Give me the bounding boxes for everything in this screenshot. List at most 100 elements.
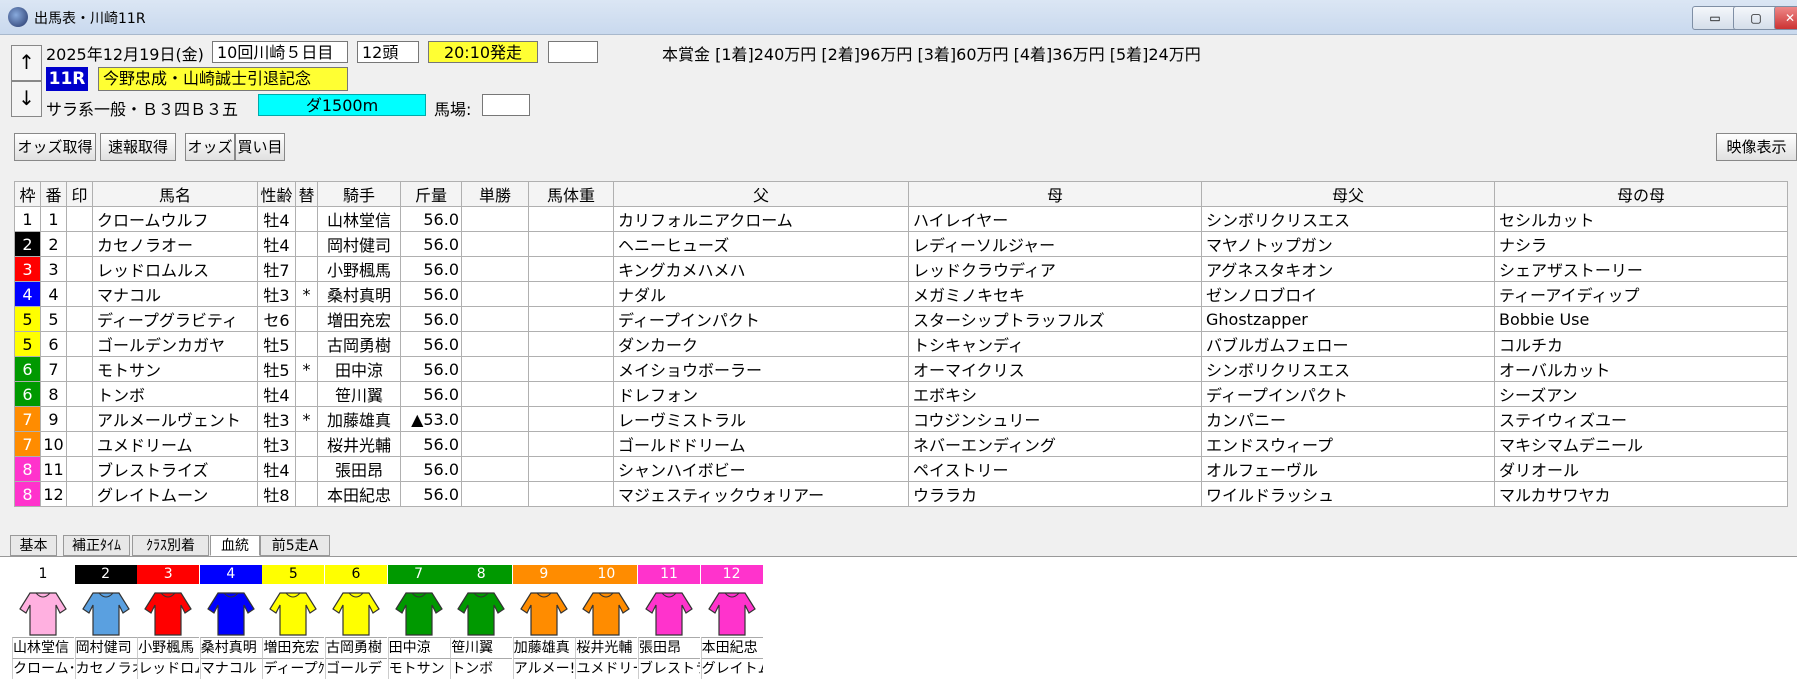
ggdam-cell: マキシマムデニール [1494, 431, 1788, 457]
table-row[interactable]: 8 11 ブレストライズ 牡4 張田昂 56.0 シャンハイボビー ペイストリー オルフェーヴル… [14, 456, 1788, 482]
tab-basic[interactable]: 基本 [10, 535, 57, 556]
silk-number: 3 [137, 565, 200, 584]
entries-table: 枠番印馬名 性齢替騎手 斤量 単勝 馬体重父母母父 母の母 1 1 クロームウルフ 牡4 山林堂信… [14, 181, 1788, 507]
tab-last5[interactable]: 前5走A [260, 535, 330, 556]
baba-field[interactable] [482, 94, 530, 116]
sexage-header[interactable]: 性齢 [257, 181, 296, 207]
kae-header[interactable]: 替 [295, 181, 318, 207]
jockey-silk-icon [12, 584, 74, 637]
tab-adjusted-time[interactable]: 補正ﾀｲﾑ [63, 535, 130, 556]
tab-bloodline[interactable]: 血統 [210, 535, 260, 556]
minimize-button[interactable]: ▭ [1692, 6, 1738, 30]
tab-class-results[interactable]: ｸﾗｽ別着 [132, 535, 209, 556]
table-row[interactable]: 3 3 レッドロムルス 牡7 小野楓馬 56.0 キングカメハメハ レッドクラウディア アグネス… [14, 256, 1788, 282]
table-row[interactable]: 6 7 モトサン 牡5 * 田中涼 56.0 メイショウボーラー オーマイクリス シンボリクリスエ… [14, 356, 1788, 382]
tan-header[interactable]: 単勝 [461, 181, 529, 207]
silk-card[interactable]: 7 田中涼 モトサン [387, 565, 450, 679]
table-row[interactable]: 5 5 ディープグラビティ セ6 増田充宏 56.0 ディープインパクト スターシップトラッフ… [14, 306, 1788, 332]
silk-card[interactable]: 9 加藤雄真 アルメー! [512, 565, 575, 679]
dam-header[interactable]: 母 [908, 181, 1202, 207]
table-row[interactable]: 8 12 グレイトムーン 牡8 本田紀忠 56.0 マジェスティックウォリアー ウララカ ワイル… [14, 481, 1788, 507]
table-row[interactable]: 6 8 トンボ 牡4 笹川翼 56.0 ドレフォン エボキシ ディープインパクト シーズアン [14, 381, 1788, 407]
silk-card[interactable]: 3 小野楓馬レッドロム [137, 565, 200, 679]
dam-cell: レディーソルジャー [908, 231, 1202, 257]
jockey-silk-icon [137, 584, 199, 637]
bms-header[interactable]: 母父 [1201, 181, 1495, 207]
jockey-silk-icon [75, 584, 137, 637]
silk-card[interactable]: 1 山林堂信 クローム･ [12, 565, 74, 679]
blank-field[interactable] [548, 41, 598, 63]
ggdam-cell: シーズアン [1494, 381, 1788, 407]
name-header[interactable]: 馬名 [92, 181, 258, 207]
waku-cell: 5 [14, 306, 41, 332]
dam-cell: トシキャンディ [908, 331, 1202, 357]
waku-cell: 2 [14, 231, 41, 257]
silk-card[interactable]: 8 笹川翼 トンボ [450, 565, 513, 679]
table-row[interactable]: 2 2 カセノラオー 牡4 岡村健司 56.0 ヘニーヒューズ レディーソルジャー マヤノトップ… [14, 231, 1788, 257]
sexage-cell: 牡5 [257, 331, 296, 357]
mark-cell [66, 306, 93, 332]
window-title: 出馬表・川崎11R [34, 11, 146, 27]
bms-cell: シンボリクリスエス [1201, 356, 1495, 382]
meeting-field[interactable]: 10回川崎５日目 [212, 41, 348, 63]
silk-card[interactable]: 10 桜井光輔ユメドリー [575, 565, 638, 679]
maximize-button[interactable]: ▢ [1733, 6, 1779, 30]
dam-cell: ウララカ [908, 481, 1202, 507]
tan-cell [461, 456, 529, 482]
weight-cell [528, 256, 614, 282]
dam-cell: メガミノキセキ [908, 281, 1202, 307]
ban-header[interactable]: 番 [40, 181, 67, 207]
kaime-button[interactable]: 買い目 [235, 133, 285, 161]
silk-jockey-name: 桑村真明 [199, 637, 262, 658]
ggdam-cell: Bobbie Use [1494, 306, 1788, 332]
table-row[interactable]: 5 6 ゴールデンカガヤ 牡5 古岡勇樹 56.0 ダンカーク トシキャンディ バブルガムフェロ… [14, 331, 1788, 357]
waku-header[interactable]: 枠 [14, 181, 41, 207]
silk-jockey-name: 本田紀忠 [700, 637, 763, 658]
mark-header[interactable]: 印 [66, 181, 93, 207]
table-row[interactable]: 4 4 マナコル 牡3 * 桑村真明 56.0 ナダル メガミノキセキ ゼンノロブロイ ティーアイデ… [14, 281, 1788, 307]
silk-card[interactable]: 4 桑村真明 マナコル [199, 565, 262, 679]
bms-cell: バブルガムフェロー [1201, 331, 1495, 357]
silk-card[interactable]: 2 岡村健司カセノラオ [74, 565, 137, 679]
jockey-cell: 岡村健司 [317, 231, 401, 257]
table-row[interactable]: 1 1 クロームウルフ 牡4 山林堂信 56.0 カリフォルニアクローム ハイレイヤー シンボリ… [14, 206, 1788, 232]
kae-cell [295, 331, 318, 357]
kin-header[interactable]: 斤量 [400, 181, 462, 207]
odds-button[interactable]: オッズ [185, 133, 235, 161]
ggdam-header[interactable]: 母の母 [1494, 181, 1788, 207]
silk-card[interactable]: 5 増田充宏ディープｸﾞ [262, 565, 325, 679]
silk-card[interactable]: 12 本田紀忠グレイトム [700, 565, 763, 679]
odds-fetch-button[interactable]: オッズ取得 [14, 133, 96, 161]
kin-cell: 56.0 [400, 231, 462, 257]
sire-header[interactable]: 父 [613, 181, 909, 207]
silk-card[interactable]: 11 張田昂ブレストラ [638, 565, 700, 679]
next-race-button[interactable]: ↓ [11, 81, 42, 117]
silk-card[interactable]: 6 古岡勇樹 ゴールデ [325, 565, 387, 679]
ban-cell: 8 [40, 381, 67, 407]
kin-cell: 56.0 [400, 206, 462, 232]
table-row[interactable]: 7 9 アルメールヴェント 牡3 * 加藤雄真 ▲53.0 レーヴミストラル コウジンシュリーカ… [14, 406, 1788, 432]
sexage-cell: 牡3 [257, 281, 296, 307]
table-row[interactable]: 7 10 ユメドリーム 牡3 桜井光輔 56.0 ゴールドドリーム ネバーエンディング エンドス… [14, 431, 1788, 457]
jockey-silk-icon [325, 584, 387, 637]
waku-cell: 5 [14, 331, 41, 357]
jockey-header[interactable]: 騎手 [317, 181, 401, 207]
mark-cell [66, 456, 93, 482]
sire-cell: ゴールドドリーム [613, 431, 909, 457]
kae-cell [295, 231, 318, 257]
video-button[interactable]: 映像表示 [1716, 133, 1797, 161]
ban-cell: 12 [40, 481, 67, 507]
prev-race-button[interactable]: ↑ [11, 45, 42, 81]
weight-cell [528, 206, 614, 232]
title-bar: 出馬表・川崎11R ▭ ▢ ✕ [0, 0, 1797, 35]
kae-cell [295, 456, 318, 482]
close-button[interactable]: ✕ [1774, 6, 1797, 30]
weight-header[interactable]: 馬体重 [528, 181, 614, 207]
jockey-cell: 桑村真明 [317, 281, 401, 307]
dam-cell: ネバーエンディング [908, 431, 1202, 457]
horse-name-cell: カセノラオー [92, 231, 258, 257]
ban-cell: 1 [40, 206, 67, 232]
bms-cell: シンボリクリスエス [1201, 206, 1495, 232]
sexage-cell: セ6 [257, 306, 296, 332]
flash-fetch-button[interactable]: 速報取得 [100, 133, 176, 161]
